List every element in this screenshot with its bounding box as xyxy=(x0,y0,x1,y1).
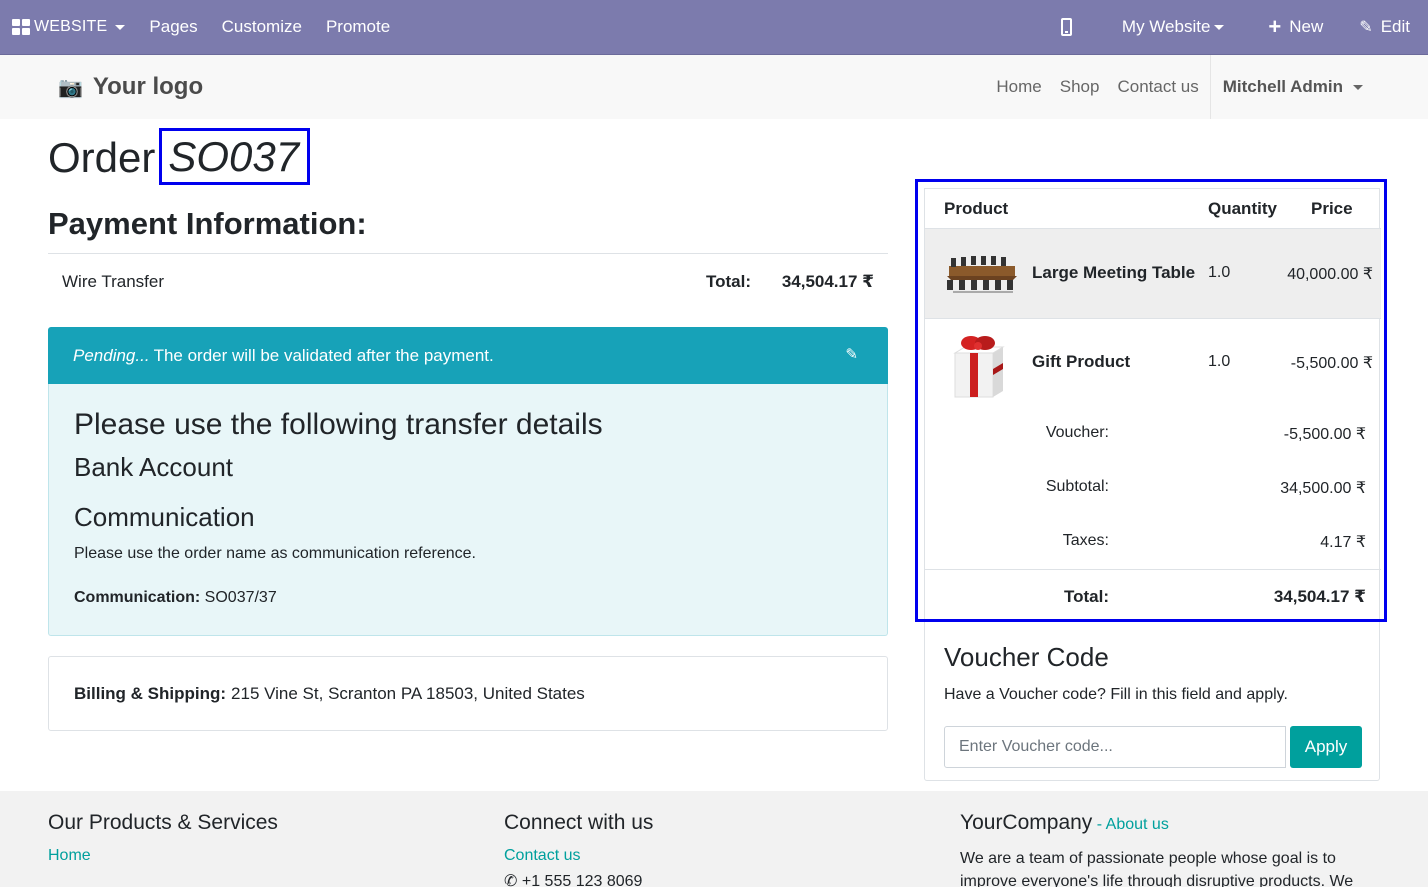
chevron-down-icon xyxy=(1214,24,1225,30)
admin-bar: WEBSITE Pages Customize Promote My Websi… xyxy=(0,0,1428,55)
voucher-description: Have a Voucher code? Fill in this field … xyxy=(944,686,1288,703)
payment-total-value: 34,504.17 ₹ xyxy=(781,272,874,291)
voucher-title: Voucher Code xyxy=(944,642,1109,672)
customize-menu[interactable]: Customize xyxy=(210,0,314,54)
footer-connect: Connect with us Contact us ✆ +1 555 123 … xyxy=(504,811,653,887)
apps-grid-icon xyxy=(12,19,30,35)
main-nav: Home Shop Contact us Mitchell Admin xyxy=(987,55,1372,119)
logo-text: Your logo xyxy=(92,73,204,100)
footer-connect-title: Connect with us xyxy=(504,811,654,834)
company-separator: - xyxy=(1092,816,1106,833)
payment-row: Wire Transfer Total: 34,504.17 ₹ xyxy=(48,253,888,307)
pending-status: Pending... xyxy=(73,345,150,365)
order-number: SO037 xyxy=(159,128,311,185)
company-description: We are a team of passionate people whose… xyxy=(960,850,1354,887)
billing-address: 215 Vine St, Scranton PA 18503, United S… xyxy=(231,683,585,703)
site-logo[interactable]: 📷 Your logo xyxy=(58,73,203,101)
payment-total-label: Total: xyxy=(706,272,752,291)
payment-method: Wire Transfer xyxy=(62,272,165,291)
footer-company: YourCompany - About us We are a team of … xyxy=(960,811,1370,887)
new-button-label: New xyxy=(1289,17,1324,36)
footer-phone-number: +1 555 123 8069 xyxy=(521,873,643,887)
payment-heading: Payment Information: xyxy=(48,206,367,241)
order-title-prefix: Order xyxy=(48,133,156,181)
chevron-down-icon xyxy=(1353,85,1363,91)
mobile-phone-icon xyxy=(1060,18,1072,36)
user-menu[interactable]: Mitchell Admin xyxy=(1213,77,1372,97)
communication-heading: Communication xyxy=(74,502,255,532)
bank-account-heading: Bank Account xyxy=(74,452,233,482)
footer-phone: ✆ +1 555 123 8069 xyxy=(504,871,653,887)
user-name: Mitchell Admin xyxy=(1222,77,1343,96)
website-switcher-label: My Website xyxy=(1121,17,1211,36)
summary-highlight xyxy=(915,179,1387,622)
transfer-details: Please use the following transfer detail… xyxy=(48,384,888,636)
about-us-link[interactable]: About us xyxy=(1106,816,1169,833)
communication-reference: Communication: SO037/37 xyxy=(74,589,277,607)
camera-icon: 📷 xyxy=(58,76,83,99)
page-title: Order SO037 xyxy=(48,128,311,185)
voucher-card: Voucher Code Have a Voucher code? Fill i… xyxy=(924,622,1380,781)
apply-button[interactable]: Apply xyxy=(1290,726,1362,768)
communication-label: Communication: xyxy=(74,589,201,606)
communication-value: SO037/37 xyxy=(204,589,277,606)
pending-message: The order will be validated after the pa… xyxy=(153,345,494,365)
pending-alert-header: Pending... The order will be validated a… xyxy=(48,327,888,384)
company-name: YourCompany xyxy=(960,811,1093,834)
mobile-preview-button[interactable] xyxy=(1049,0,1100,54)
nav-divider xyxy=(1209,55,1211,119)
nav-home[interactable]: Home xyxy=(987,77,1050,97)
phone-icon: ✆ xyxy=(504,873,518,887)
transfer-heading: Please use the following transfer detail… xyxy=(74,408,603,441)
pencil-icon[interactable]: ✎ xyxy=(845,345,858,363)
new-button[interactable]: + New xyxy=(1246,0,1345,54)
website-switcher[interactable]: My Website xyxy=(1100,0,1247,54)
nav-shop[interactable]: Shop xyxy=(1051,77,1109,97)
communication-instruction: Please use the order name as communicati… xyxy=(74,545,476,562)
plus-icon: + xyxy=(1268,14,1282,39)
promote-menu[interactable]: Promote xyxy=(314,0,402,54)
pencil-icon: ✎ xyxy=(1359,19,1373,36)
website-menu-label: WEBSITE xyxy=(34,18,108,35)
chevron-down-icon xyxy=(115,24,126,30)
website-menu[interactable]: WEBSITE xyxy=(0,0,137,54)
footer-products-title: Our Products & Services xyxy=(48,811,278,834)
footer-home-link[interactable]: Home xyxy=(48,847,278,865)
voucher-code-input[interactable] xyxy=(944,726,1286,768)
pages-menu[interactable]: Pages xyxy=(137,0,209,54)
footer-products: Our Products & Services Home xyxy=(48,811,278,865)
billing-label: Billing & Shipping: xyxy=(74,683,227,703)
site-footer: Our Products & Services Home Connect wit… xyxy=(0,791,1428,887)
footer-contact-link[interactable]: Contact us xyxy=(504,847,653,865)
footer-company-title: YourCompany - About us xyxy=(960,811,1370,835)
edit-button[interactable]: ✎ Edit xyxy=(1345,0,1428,54)
edit-button-label: Edit xyxy=(1380,17,1410,36)
billing-shipping-card: Billing & Shipping: 215 Vine St, Scranto… xyxy=(48,656,888,731)
nav-contact[interactable]: Contact us xyxy=(1108,77,1207,97)
site-header: 📷 Your logo Home Shop Contact us Mitchel… xyxy=(0,55,1428,119)
